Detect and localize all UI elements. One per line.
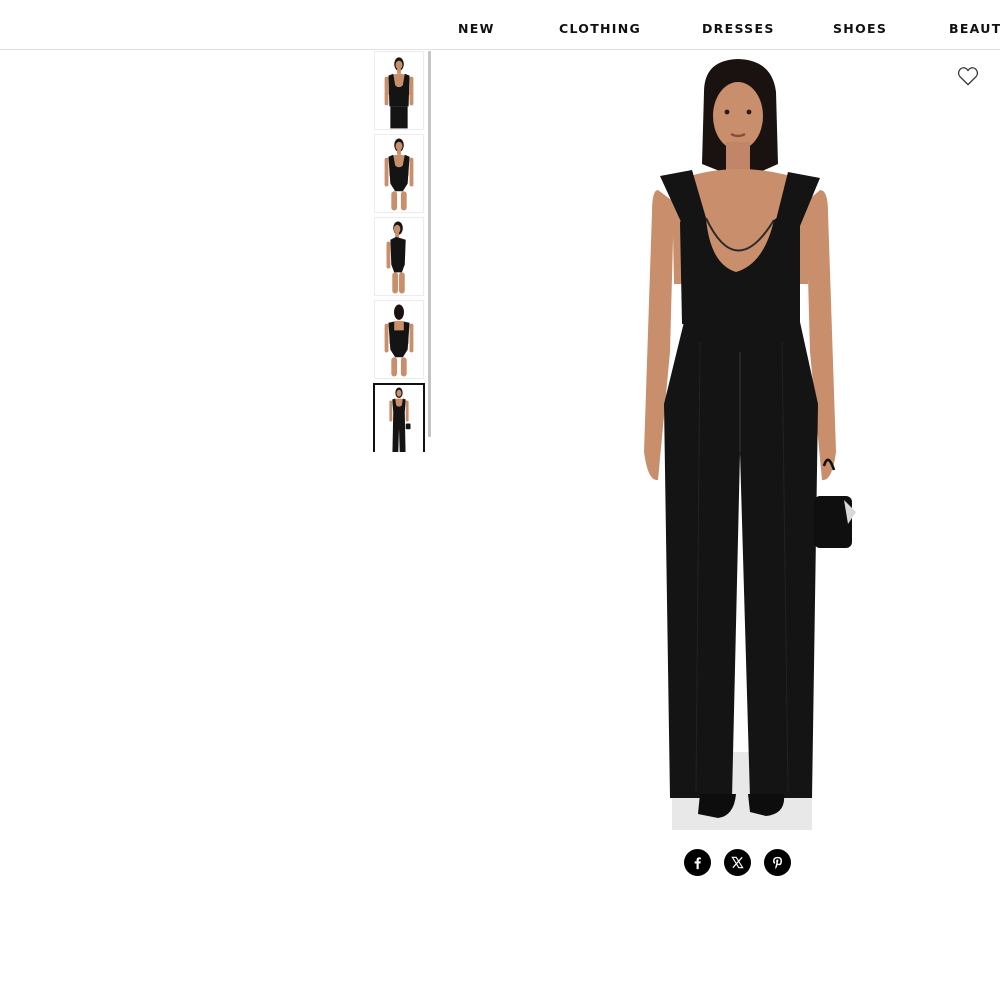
- thumbnail-scrollbar[interactable]: [428, 51, 431, 437]
- nav-item-dresses[interactable]: DRESSES: [702, 21, 775, 36]
- thumbnail-5[interactable]: [373, 383, 425, 452]
- nav-item-shoes[interactable]: SHOES: [833, 21, 887, 36]
- thumbnail-3[interactable]: [374, 217, 424, 296]
- product-thumbnail-image: [375, 385, 423, 452]
- main-product-image[interactable]: [600, 52, 890, 830]
- share-pinterest-button[interactable]: [764, 849, 791, 876]
- thumbnail-strip: [372, 51, 428, 452]
- wishlist-button[interactable]: [957, 66, 979, 86]
- product-thumbnail-image: [375, 301, 423, 378]
- product-photo: [600, 52, 890, 830]
- nav-item-beauty[interactable]: BEAUTY: [949, 21, 1000, 36]
- share-facebook-button[interactable]: [684, 849, 711, 876]
- top-navigation: NEW CLOTHING DRESSES SHOES BEAUTY: [0, 0, 1000, 50]
- x-icon: [731, 856, 744, 869]
- facebook-icon: [694, 857, 701, 870]
- product-thumbnail-image: [375, 218, 423, 295]
- thumbnail-1[interactable]: [374, 51, 424, 130]
- thumbnail-2[interactable]: [374, 134, 424, 213]
- thumbnail-4[interactable]: [374, 300, 424, 379]
- product-thumbnail-image: [375, 135, 423, 212]
- nav-item-new[interactable]: NEW: [458, 21, 495, 36]
- product-thumbnail-image: [375, 52, 423, 129]
- share-x-button[interactable]: [724, 849, 751, 876]
- pinterest-icon: [773, 856, 782, 870]
- nav-item-clothing[interactable]: CLOTHING: [559, 21, 641, 36]
- heart-outline-icon: [957, 67, 979, 86]
